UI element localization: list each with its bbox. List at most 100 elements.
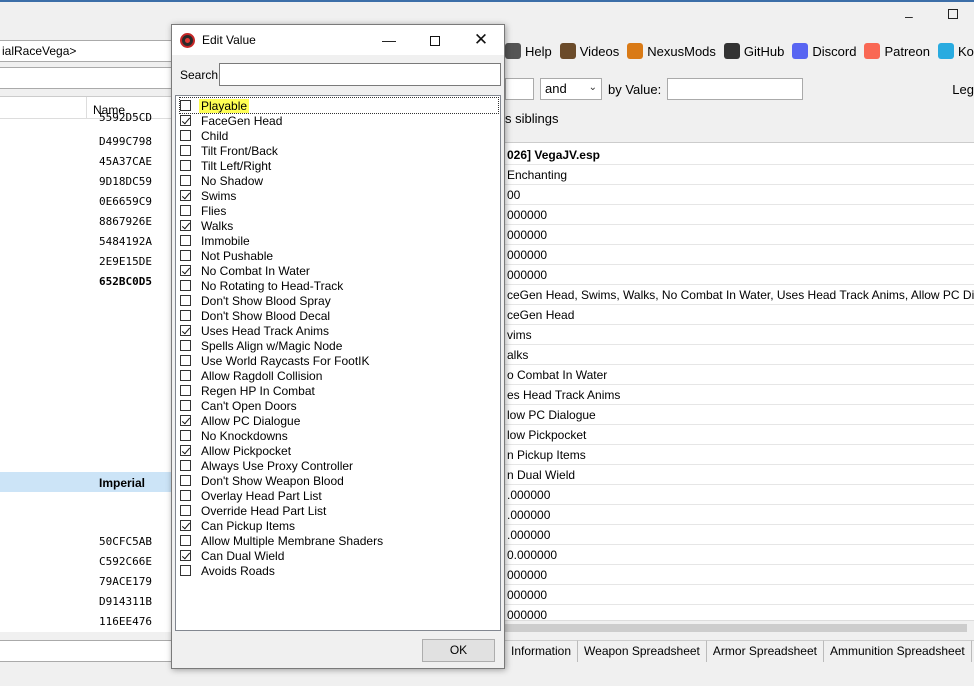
record-field-row[interactable]: 00 [505, 185, 974, 205]
flag-item[interactable]: Swims [180, 188, 238, 203]
checkbox-unchecked[interactable] [180, 205, 191, 216]
table-row[interactable]: D499C798 [0, 131, 171, 151]
flag-item[interactable]: Uses Head Track Anims [180, 323, 331, 338]
flag-item[interactable]: Use World Raycasts For FootIK [180, 353, 372, 368]
table-row[interactable]: 116EE476 [0, 611, 171, 631]
checkbox-unchecked[interactable] [180, 175, 191, 186]
toolbar-link-discord[interactable]: Discord [792, 43, 856, 59]
checkbox-unchecked[interactable] [180, 295, 191, 306]
table-row[interactable]: C592C66E [0, 551, 171, 571]
table-row[interactable]: 5592D5CD [0, 107, 171, 127]
checkbox-unchecked[interactable] [180, 430, 191, 441]
record-field-row[interactable]: es Head Track Anims [505, 385, 974, 405]
checkbox-unchecked[interactable] [180, 385, 191, 396]
table-row[interactable]: 79ACE179 [0, 571, 171, 591]
record-field-row[interactable]: ceGen Head, Swims, Walks, No Combat In W… [505, 285, 974, 305]
record-field-row[interactable]: 000000 [505, 245, 974, 265]
flag-item[interactable]: Spells Align w/Magic Node [180, 338, 344, 353]
toolbar-link-ko-fi[interactable]: Ko-Fi [938, 43, 974, 59]
checkbox-checked[interactable] [180, 115, 191, 126]
checkbox-checked[interactable] [180, 325, 191, 336]
checkbox-checked[interactable] [180, 220, 191, 231]
flag-item[interactable]: Immobile [180, 233, 252, 248]
filter-field[interactable] [0, 67, 172, 89]
close-button[interactable]: ✕ [458, 25, 504, 55]
toolbar-link-patreon[interactable]: Patreon [864, 43, 930, 59]
flag-item[interactable]: Child [180, 128, 230, 143]
tab-ammunition-spreadsheet[interactable]: Ammunition Spreadsheet [823, 640, 972, 662]
flag-item[interactable]: Flies [180, 203, 228, 218]
tab-weapon-spreadsheet[interactable]: Weapon Spreadsheet [578, 640, 707, 662]
table-row[interactable]: 50CFC5AB [0, 531, 171, 551]
toolbar-link-github[interactable]: GitHub [723, 43, 784, 59]
record-field-row[interactable]: n Pickup Items [505, 445, 974, 465]
record-field-row[interactable]: Enchanting [505, 165, 974, 185]
minimize-button[interactable]: — [366, 25, 412, 55]
record-field-row[interactable]: 000000 [505, 225, 974, 245]
flag-item[interactable]: Tilt Front/Back [180, 143, 280, 158]
flag-item[interactable]: Allow Pickpocket [180, 443, 293, 458]
record-path-field[interactable]: ialRaceVega> [0, 40, 172, 62]
checkbox-unchecked[interactable] [180, 160, 191, 171]
flag-item[interactable]: Regen HP In Combat [180, 383, 317, 398]
ok-button[interactable]: OK [422, 639, 495, 662]
checkbox-unchecked[interactable] [180, 475, 191, 486]
checkbox-unchecked[interactable] [180, 250, 191, 261]
flag-item[interactable]: Don't Show Blood Spray [180, 293, 333, 308]
record-field-row[interactable]: 000000 [505, 585, 974, 605]
table-row[interactable]: 45A37CAE [0, 151, 171, 171]
record-field-row[interactable]: alks [505, 345, 974, 365]
record-field-row[interactable]: n Dual Wield [505, 465, 974, 485]
app-maximize-icon[interactable] [948, 6, 958, 22]
flag-item[interactable]: Tilt Left/Right [180, 158, 273, 173]
checkbox-unchecked[interactable] [180, 505, 191, 516]
checkbox-unchecked[interactable] [180, 460, 191, 471]
maximize-button[interactable] [412, 25, 458, 55]
table-row[interactable]: 9D18DC59 [0, 171, 171, 191]
record-field-row[interactable]: low PC Dialogue [505, 405, 974, 425]
table-row[interactable]: 2E9E15DE [0, 251, 171, 271]
table-row[interactable]: 8867926E [0, 211, 171, 231]
flag-item[interactable]: Not Pushable [180, 248, 275, 263]
by-value-input[interactable] [667, 78, 804, 100]
checkbox-checked[interactable] [180, 550, 191, 561]
record-field-row[interactable]: 000000 [505, 205, 974, 225]
table-row[interactable]: Imperial [0, 472, 171, 492]
flag-item[interactable]: Walks [180, 218, 235, 233]
checkbox-unchecked[interactable] [180, 235, 191, 246]
flag-item[interactable]: Can't Open Doors [180, 398, 299, 413]
checkbox-checked[interactable] [180, 265, 191, 276]
checkbox-unchecked[interactable] [180, 400, 191, 411]
checkbox-unchecked[interactable] [180, 100, 191, 111]
record-field-row[interactable]: 000000 [505, 265, 974, 285]
flag-item[interactable]: Always Use Proxy Controller [180, 458, 355, 473]
flag-item[interactable]: Avoids Roads [180, 563, 277, 578]
table-row[interactable]: 0E6659C9 [0, 191, 171, 211]
checkbox-checked[interactable] [180, 190, 191, 201]
record-field-row[interactable]: .000000 [505, 485, 974, 505]
record-field-row[interactable]: 000000 [505, 565, 974, 585]
checkbox-unchecked[interactable] [180, 535, 191, 546]
flag-item[interactable]: Can Dual Wield [180, 548, 286, 563]
checkbox-unchecked[interactable] [180, 565, 191, 576]
flag-item[interactable]: Allow Multiple Membrane Shaders [180, 533, 385, 548]
bottom-left-field[interactable] [0, 640, 172, 662]
flag-item[interactable]: FaceGen Head [180, 113, 284, 128]
app-minimize-icon[interactable]: – [905, 8, 913, 24]
flag-item[interactable]: No Combat In Water [180, 263, 312, 278]
flag-item[interactable]: Don't Show Weapon Blood [180, 473, 346, 488]
search-input[interactable] [219, 63, 501, 86]
flag-item[interactable]: Playable [179, 97, 499, 114]
filter-operator-select[interactable]: and ⌄ [540, 78, 602, 100]
checkbox-unchecked[interactable] [180, 145, 191, 156]
flag-item[interactable]: No Rotating to Head-Track [180, 278, 345, 293]
flag-item[interactable]: Overlay Head Part List [180, 488, 324, 503]
record-field-row[interactable]: .000000 [505, 525, 974, 545]
checkbox-unchecked[interactable] [180, 280, 191, 291]
flag-item[interactable]: Can Pickup Items [180, 518, 297, 533]
checkbox-unchecked[interactable] [180, 355, 191, 366]
flag-item[interactable]: No Knockdowns [180, 428, 290, 443]
flag-item[interactable]: Allow PC Dialogue [180, 413, 302, 428]
flag-item[interactable]: Don't Show Blood Decal [180, 308, 332, 323]
record-field-row[interactable]: .000000 [505, 505, 974, 525]
